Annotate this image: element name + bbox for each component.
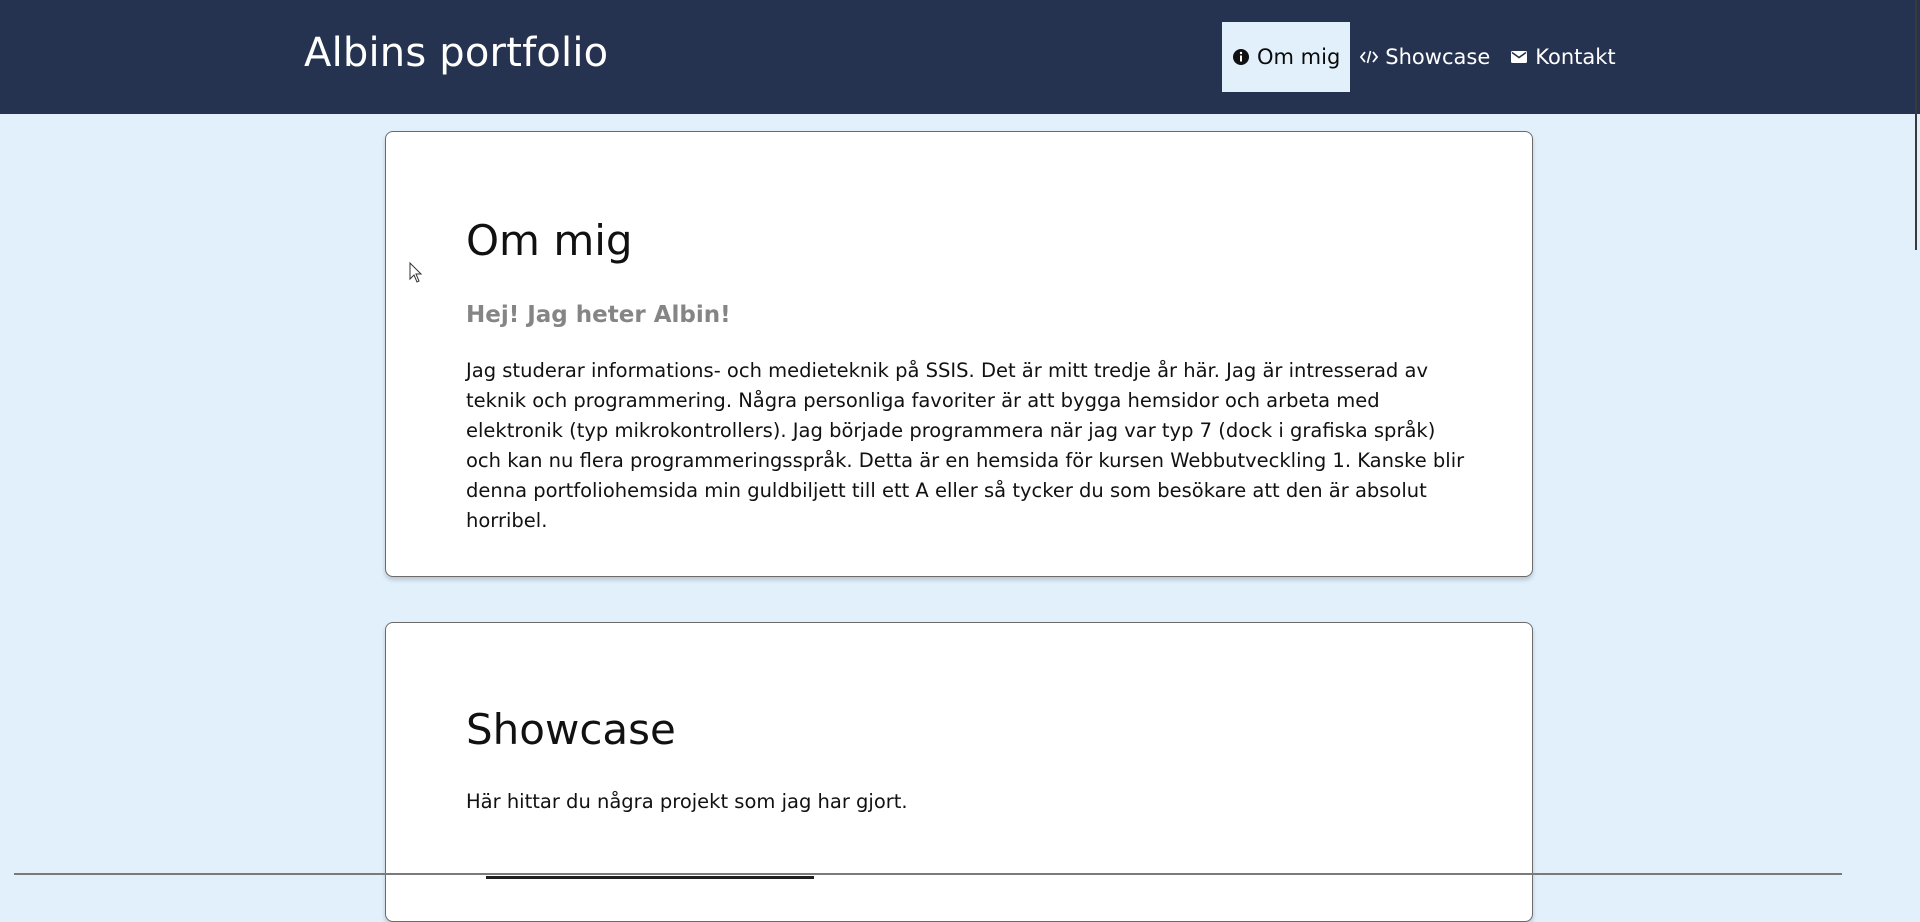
info-icon xyxy=(1232,48,1250,66)
about-paragraph: Jag studerar informations- och medietekn… xyxy=(466,359,1465,532)
horizontal-divider xyxy=(14,873,1842,875)
main-nav: Om mig Showcase Kontakt xyxy=(1222,22,1626,92)
showcase-title: Showcase xyxy=(466,705,676,754)
nav-item-om-mig[interactable]: Om mig xyxy=(1222,22,1351,92)
mail-icon xyxy=(1510,48,1528,66)
nav-label: Kontakt xyxy=(1535,45,1616,69)
site-brand[interactable]: Albins portfolio xyxy=(304,30,608,76)
nav-item-kontakt[interactable]: Kontakt xyxy=(1500,22,1625,92)
nav-label: Om mig xyxy=(1257,45,1341,69)
code-icon xyxy=(1360,48,1379,66)
mouse-cursor-icon xyxy=(409,261,425,284)
site-header: Albins portfolio Om mig Showcase Kontakt xyxy=(0,0,1920,114)
about-section: Om mig Hej! Jag heter Albin! Jag studera… xyxy=(385,131,1533,577)
about-subtitle: Hej! Jag heter Albin! xyxy=(466,302,731,328)
nav-item-showcase[interactable]: Showcase xyxy=(1350,22,1500,92)
about-title: Om mig xyxy=(466,216,633,265)
scrollbar-thumb[interactable] xyxy=(1915,0,1917,250)
showcase-intro: Här hittar du några projekt som jag har … xyxy=(466,790,908,813)
nav-label: Showcase xyxy=(1385,45,1491,69)
page-scrollbar[interactable] xyxy=(1912,0,1920,879)
